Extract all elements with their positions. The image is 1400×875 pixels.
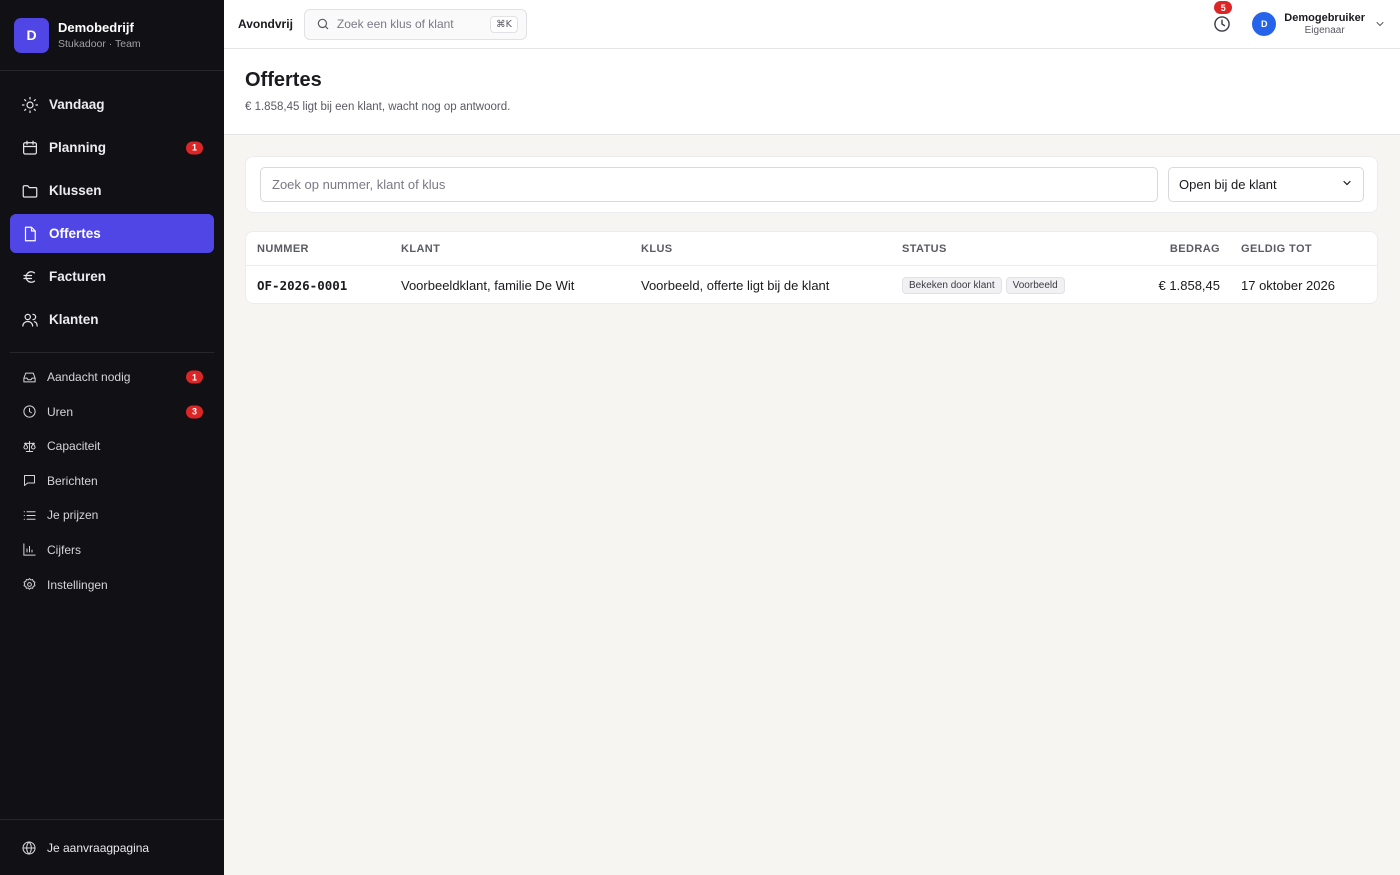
scale-icon: [21, 438, 37, 454]
status-filter-value: Open bij de klant: [1179, 177, 1277, 192]
quote-number: OF-2026-0001: [257, 277, 348, 293]
sidebar-item-label: Capaciteit: [47, 439, 101, 454]
count-badge: 1: [186, 141, 203, 154]
calendar-icon: [21, 139, 39, 157]
global-search-placeholder: Zoek een klus of klant: [336, 17, 454, 31]
sidebar-item-je-prijzen[interactable]: Je prijzen: [10, 500, 214, 530]
sidebar-item-vandaag[interactable]: Vandaag: [10, 85, 214, 124]
column-header-klant[interactable]: KLANT: [401, 232, 440, 266]
workspace-name: Avondvrij: [238, 17, 293, 31]
timer-button[interactable]: 5: [1212, 1, 1233, 34]
sidebar-item-facturen[interactable]: Facturen: [10, 257, 214, 296]
brand-logo: D: [14, 17, 49, 53]
sidebar-item-label: Facturen: [49, 269, 107, 284]
sidebar-item-uren[interactable]: Uren 3: [10, 397, 214, 427]
filter-bar: Open bij de klant: [245, 156, 1378, 213]
sidebar-item-label: Offertes: [49, 226, 101, 241]
sidebar-item-label: Planning: [49, 140, 106, 155]
global-search[interactable]: Zoek een klus of klant ⌘K: [303, 8, 527, 40]
chevron-down-icon: [1374, 18, 1386, 30]
sidebar-item-capaciteit[interactable]: Capaciteit: [10, 431, 214, 461]
brand[interactable]: D Demobedrijf Stukadoor · Team: [0, 0, 224, 71]
folder-icon: [21, 182, 39, 200]
sidebar-item-label: Instellingen: [47, 577, 108, 592]
document-icon: [21, 225, 39, 243]
page-subtitle: € 1.858,45 ligt bij een klant, wacht nog…: [245, 101, 511, 113]
nav-divider: [10, 352, 214, 353]
secondary-nav: Aandacht nodig 1 Uren 3 Capaciteit Beric…: [0, 362, 224, 600]
sidebar-item-label: Vandaag: [49, 97, 105, 112]
brand-subtitle: Stukadoor · Team: [58, 38, 141, 50]
sidebar-item-label: Aandacht nodig: [47, 370, 131, 384]
quote-search-input[interactable]: [260, 167, 1158, 202]
user-name: Demogebruiker: [1284, 12, 1365, 24]
count-badge: 1: [186, 370, 203, 384]
user-role: Eigenaar: [1304, 25, 1345, 36]
bar-chart-icon: [21, 542, 37, 558]
main-nav: Vandaag Planning 1 Klussen Offertes Fact…: [0, 71, 224, 339]
users-icon: [21, 311, 39, 329]
list-icon: [21, 507, 37, 523]
sidebar-item-instellingen[interactable]: Instellingen: [10, 570, 214, 600]
inbox-icon: [21, 369, 37, 385]
quote-amount: € 1.858,45: [1158, 277, 1220, 293]
column-header-klus[interactable]: KLUS: [641, 232, 673, 266]
request-page-link[interactable]: Je aanvraagpagina: [0, 819, 224, 875]
chevron-down-icon: [1341, 177, 1353, 192]
sidebar-item-planning[interactable]: Planning 1: [10, 128, 214, 167]
quote-client: Voorbeeldklant, familie De Wit: [401, 277, 575, 293]
sidebar-item-label: Je prijzen: [47, 508, 99, 523]
sidebar-item-klussen[interactable]: Klussen: [10, 171, 214, 210]
topbar: Avondvrij Zoek een klus of klant ⌘K 5 D …: [224, 0, 1400, 49]
message-icon: [21, 473, 37, 489]
shortcut-hint: ⌘K: [490, 15, 518, 33]
sidebar-item-label: Uren: [47, 404, 74, 419]
clock-icon: [1212, 16, 1232, 38]
sidebar-item-aandacht-nodig[interactable]: Aandacht nodig 1: [10, 362, 214, 392]
gear-icon: [21, 577, 37, 593]
clock-icon: [21, 404, 37, 420]
brand-name: Demobedrijf: [58, 20, 134, 35]
notification-badge: 5: [1214, 1, 1233, 14]
avatar: D: [1252, 12, 1277, 36]
page-header: Offertes € 1.858,45 ligt bij een klant, …: [224, 49, 1400, 135]
sidebar-item-label: Berichten: [47, 473, 98, 488]
sidebar-item-label: Klanten: [49, 312, 99, 327]
euro-icon: [21, 268, 39, 286]
column-header-bedrag[interactable]: BEDRAG: [1116, 232, 1220, 266]
sidebar-item-label: Cijfers: [47, 542, 82, 557]
status-filter-select[interactable]: Open bij de klant: [1168, 167, 1364, 202]
table-header: NUMMER KLANT KLUS STATUS BEDRAG GELDIG T…: [246, 232, 1377, 266]
sidebar-item-berichten[interactable]: Berichten: [10, 466, 214, 496]
sidebar-item-offertes[interactable]: Offertes: [10, 214, 214, 253]
status-badge: Bekeken door klant: [902, 276, 1002, 294]
column-header-geldig-tot[interactable]: GELDIG TOT: [1241, 232, 1312, 266]
sidebar-item-label: Klussen: [49, 183, 102, 198]
status-badge: Voorbeeld: [1005, 276, 1065, 294]
sidebar: D Demobedrijf Stukadoor · Team Vandaag P…: [0, 0, 224, 875]
quote-status: Bekeken door klant Voorbeeld: [902, 266, 1069, 303]
quotes-table: NUMMER KLANT KLUS STATUS BEDRAG GELDIG T…: [245, 231, 1378, 304]
request-page-label: Je aanvraagpagina: [47, 840, 150, 855]
count-badge: 3: [186, 405, 203, 419]
quote-job: Voorbeeld, offerte ligt bij de klant: [641, 277, 830, 293]
sun-icon: [21, 96, 39, 114]
search-icon: [316, 17, 330, 31]
sidebar-item-klanten[interactable]: Klanten: [10, 300, 214, 339]
page-title: Offertes: [245, 69, 322, 91]
globe-icon: [21, 840, 37, 856]
table-row[interactable]: OF-2026-0001 Voorbeeldklant, familie De …: [246, 266, 1377, 303]
sidebar-item-cijfers[interactable]: Cijfers: [10, 535, 214, 565]
column-header-status[interactable]: STATUS: [902, 232, 947, 266]
quote-valid-until: 17 oktober 2026: [1241, 277, 1335, 293]
user-menu[interactable]: D Demogebruiker Eigenaar: [1252, 12, 1386, 36]
column-header-nummer[interactable]: NUMMER: [257, 232, 309, 266]
